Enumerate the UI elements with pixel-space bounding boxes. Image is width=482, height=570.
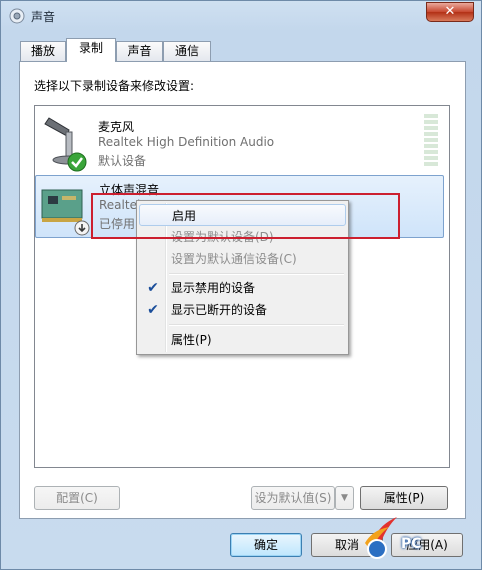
configure-button[interactable]: 配置(C): [34, 486, 120, 510]
device-driver: Realtek High Definition Audio: [98, 135, 275, 149]
tab-communications[interactable]: 通信: [163, 41, 211, 61]
menu-item-show-disconnected[interactable]: ✔ 显示已断开的设备: [139, 299, 346, 321]
menu-item-set-default-comm[interactable]: 设置为默认通信设备(C): [139, 248, 346, 270]
properties-button[interactable]: 属性(P): [360, 486, 448, 510]
chevron-down-icon: ▼: [341, 493, 348, 503]
checkmark-icon: ✔: [147, 302, 159, 318]
tab-sounds[interactable]: 声音: [116, 41, 163, 61]
annotation-highlight-box: [91, 193, 400, 239]
menu-item-properties[interactable]: 属性(P): [139, 329, 346, 351]
instruction-label: 选择以下录制设备来修改设置:: [34, 79, 195, 93]
device-name: 麦克风: [98, 120, 135, 134]
device-status: 默认设备: [98, 154, 147, 168]
tab-playback[interactable]: 播放: [20, 41, 66, 61]
menu-item-label: 显示禁用的设备: [171, 281, 256, 295]
down-arrow-icon: [74, 220, 90, 236]
window-title: 声音: [31, 10, 56, 24]
ok-button[interactable]: 确定: [230, 533, 302, 557]
green-check-icon: [67, 152, 87, 172]
sound-dialog-window: 声音 ✕ 播放 录制 声音 通信 选择以下录制设备来修改设置: 麦克风 Real…: [0, 0, 482, 570]
set-default-button[interactable]: 设为默认值(S): [251, 486, 335, 510]
menu-item-show-disabled[interactable]: ✔ 显示禁用的设备: [139, 277, 346, 299]
watermark-text: PC: [401, 536, 422, 552]
title-bar[interactable]: 声音 ✕: [1, 1, 482, 31]
checkmark-icon: ✔: [147, 280, 159, 296]
device-row-microphone[interactable]: 麦克风 Realtek High Definition Audio 默认设备: [35, 108, 444, 172]
tab-recording[interactable]: 录制: [66, 38, 116, 62]
menu-separator: [169, 273, 344, 275]
menu-item-label: 显示已断开的设备: [171, 303, 268, 317]
set-default-dropdown[interactable]: ▼: [335, 486, 354, 510]
menu-separator: [169, 324, 344, 326]
watermark-logo-icon: [363, 513, 399, 559]
close-button[interactable]: ✕: [426, 2, 474, 22]
speaker-icon: [9, 8, 25, 24]
